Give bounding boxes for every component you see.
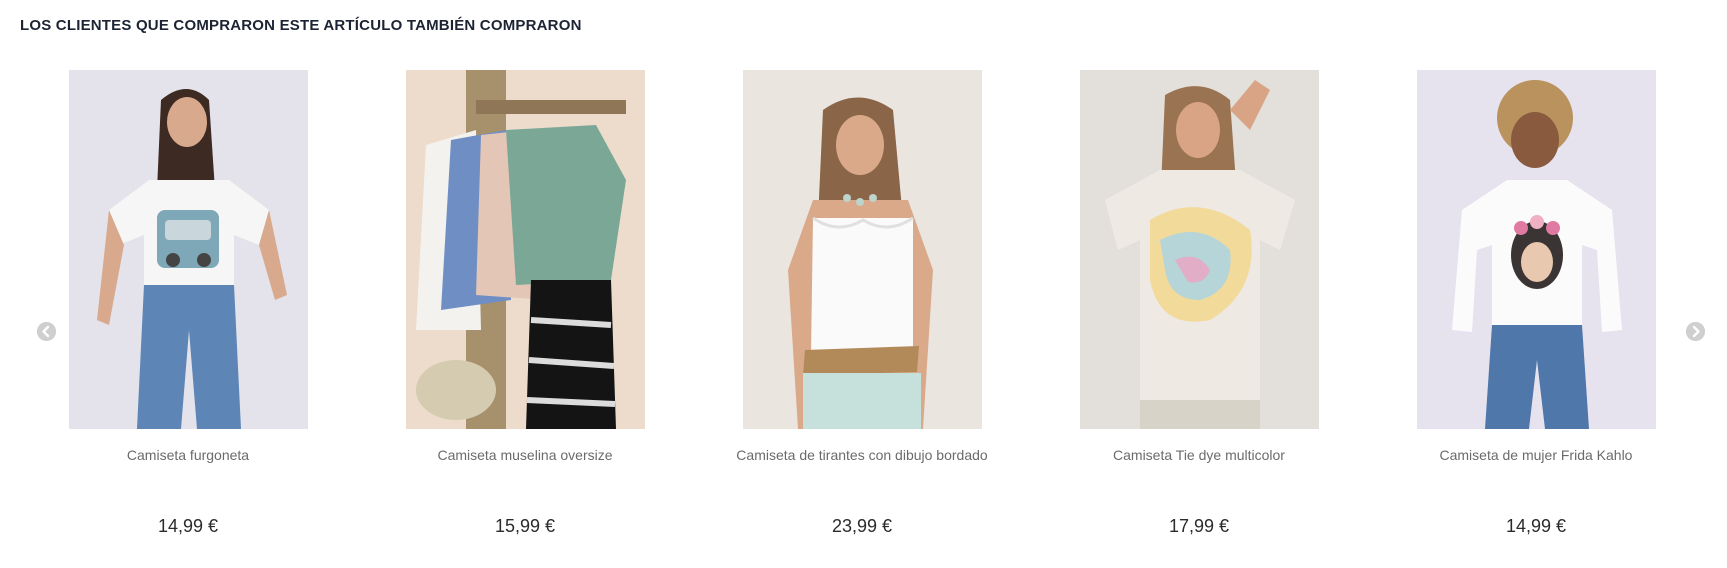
- product-photo: [406, 70, 645, 429]
- product-card[interactable]: Camiseta de mujer Frida Kahlo 14,99 €: [1336, 70, 1656, 550]
- product-photo: [1080, 70, 1319, 429]
- product-card[interactable]: Camiseta Tie dye multicolor 17,99 €: [999, 70, 1319, 550]
- product-price: 14,99 €: [1505, 516, 1567, 536]
- product-image[interactable]: [1080, 70, 1319, 429]
- product-photo: [743, 70, 982, 429]
- product-image[interactable]: [406, 70, 645, 429]
- product-card[interactable]: Camiseta muselina oversize 15,99 €: [325, 70, 645, 550]
- carousel-next-button[interactable]: [1686, 322, 1705, 341]
- product-image[interactable]: [743, 70, 982, 429]
- product-card[interactable]: Camiseta de tirantes con dibujo bordado …: [662, 70, 988, 550]
- product-card[interactable]: Camiseta furgoneta 14,99 €: [0, 70, 308, 550]
- product-name[interactable]: Camiseta de mujer Frida Kahlo: [1336, 447, 1727, 463]
- product-photo: [1417, 70, 1656, 429]
- chevron-right-icon: [1686, 322, 1705, 341]
- product-carousel: Camiseta furgoneta 14,99 € Camiseta muse…: [0, 0, 1727, 568]
- product-photo: [69, 70, 308, 429]
- product-image[interactable]: [69, 70, 308, 429]
- product-image[interactable]: [1417, 70, 1656, 429]
- product-list: Camiseta furgoneta 14,99 € Camiseta muse…: [0, 0, 1727, 568]
